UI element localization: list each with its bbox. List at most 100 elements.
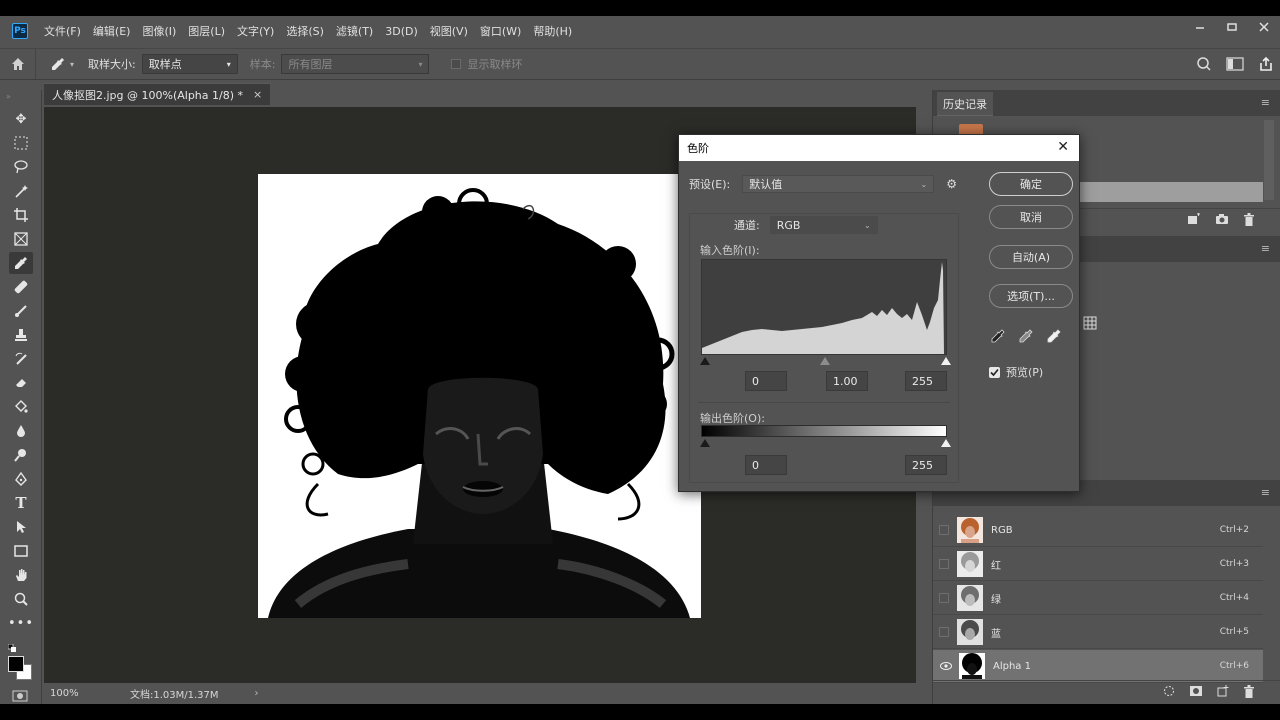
channel-row-red[interactable]: 红 Ctrl+3: [933, 548, 1263, 581]
home-icon[interactable]: [0, 49, 36, 79]
input-black-field[interactable]: 0: [745, 371, 787, 391]
healing-brush-tool-icon[interactable]: [9, 276, 33, 298]
panel-menu-icon[interactable]: ≡: [1261, 486, 1270, 499]
preset-select[interactable]: 默认值 ⌄: [742, 175, 935, 193]
swap-colors-icon[interactable]: [7, 642, 16, 652]
panel-menu-icon[interactable]: ≡: [1261, 242, 1270, 255]
foreground-color-swatch[interactable]: [8, 656, 24, 672]
dodge-tool-icon[interactable]: [9, 444, 33, 466]
menu-window[interactable]: 窗口(W): [474, 23, 527, 39]
panel-menu-icon[interactable]: ≡: [1261, 96, 1270, 109]
output-white-field[interactable]: 255: [905, 455, 947, 475]
grid-icon[interactable]: [1083, 316, 1097, 333]
menu-view[interactable]: 视图(V): [424, 23, 474, 39]
zoom-level[interactable]: 100%: [50, 688, 86, 699]
pen-tool-icon[interactable]: [9, 468, 33, 490]
gray-point-eyedropper-icon[interactable]: [1019, 329, 1033, 346]
input-gamma-slider[interactable]: [820, 357, 830, 365]
history-scrollbar[interactable]: [1264, 120, 1274, 200]
maximize-icon[interactable]: [1216, 16, 1248, 38]
clone-stamp-tool-icon[interactable]: [9, 324, 33, 346]
input-black-slider[interactable]: [700, 357, 710, 365]
eraser-tool-icon[interactable]: [9, 372, 33, 394]
menu-file[interactable]: 文件(F): [38, 23, 87, 39]
tab-history[interactable]: 历史记录: [937, 92, 993, 116]
white-point-eyedropper-icon[interactable]: [1047, 329, 1061, 346]
channel-name: 绿: [991, 594, 1001, 606]
eyedropper-tool-preset-icon[interactable]: ▾: [50, 56, 74, 72]
history-brush-tool-icon[interactable]: [9, 348, 33, 370]
crop-tool-icon[interactable]: [9, 204, 33, 226]
brush-tool-icon[interactable]: [9, 300, 33, 322]
menu-select[interactable]: 选择(S): [280, 23, 330, 39]
new-channel-icon[interactable]: [1217, 685, 1229, 700]
menu-edit[interactable]: 编辑(E): [87, 23, 137, 39]
channel-select[interactable]: RGB ⌄: [769, 216, 878, 234]
share-icon[interactable]: [1258, 56, 1274, 75]
search-icon[interactable]: [1196, 56, 1212, 75]
options-button[interactable]: 选项(T)...: [989, 284, 1073, 308]
more-tools-icon[interactable]: •••: [8, 612, 33, 634]
sample-select[interactable]: 所有图层 ▾: [281, 54, 430, 74]
show-sampling-ring-checkbox[interactable]: [451, 59, 462, 69]
document-tab-title: 人像抠图2.jpg @ 100%(Alpha 1/8) *: [52, 88, 244, 102]
channel-row-alpha1[interactable]: Alpha 1 Ctrl+6: [933, 650, 1263, 683]
zoom-tool-icon[interactable]: [9, 588, 33, 610]
rectangle-tool-icon[interactable]: [9, 540, 33, 562]
paint-bucket-tool-icon[interactable]: [9, 396, 33, 418]
input-white-field[interactable]: 255: [905, 371, 947, 391]
visibility-toggle[interactable]: [939, 593, 949, 603]
document-tab[interactable]: 人像抠图2.jpg @ 100%(Alpha 1/8) * ×: [44, 83, 271, 105]
eye-icon[interactable]: [935, 660, 957, 673]
input-white-slider[interactable]: [941, 357, 951, 365]
chevron-right-icon[interactable]: ›: [255, 688, 259, 699]
channel-row-rgb[interactable]: RGB Ctrl+2: [933, 514, 1263, 547]
load-channel-as-selection-icon[interactable]: [1163, 685, 1175, 700]
menu-help[interactable]: 帮助(H): [527, 23, 578, 39]
hand-tool-icon[interactable]: [9, 564, 33, 586]
visibility-toggle[interactable]: [939, 559, 949, 569]
quick-mask-icon[interactable]: [12, 690, 28, 705]
workspace-icon[interactable]: [1226, 56, 1244, 74]
channel-row-blue[interactable]: 蓝 Ctrl+5: [933, 616, 1263, 649]
black-point-eyedropper-icon[interactable]: [991, 329, 1005, 346]
trash-icon[interactable]: [1243, 684, 1255, 701]
input-gamma-field[interactable]: 1.00: [826, 371, 868, 391]
lasso-tool-icon[interactable]: [9, 156, 33, 178]
blur-tool-icon[interactable]: [9, 420, 33, 442]
visibility-toggle[interactable]: [939, 525, 949, 535]
visibility-toggle[interactable]: [939, 627, 949, 637]
eyedropper-tool-icon[interactable]: [9, 252, 33, 274]
menu-layer[interactable]: 图层(L): [182, 23, 231, 39]
trash-icon[interactable]: [1243, 212, 1255, 229]
frame-tool-icon[interactable]: [9, 228, 33, 250]
menu-filter[interactable]: 滤镜(T): [330, 23, 379, 39]
close-tab-icon[interactable]: ×: [253, 88, 262, 101]
preview-checkbox[interactable]: [989, 366, 1000, 378]
close-icon[interactable]: ✕: [1057, 139, 1069, 155]
toolbox-collapse-icon[interactable]: »: [6, 92, 11, 101]
type-tool-icon[interactable]: T: [9, 492, 33, 514]
ok-button[interactable]: 确定: [989, 172, 1073, 196]
path-selection-tool-icon[interactable]: [9, 516, 33, 538]
menu-image[interactable]: 图像(I): [136, 23, 182, 39]
close-window-icon[interactable]: [1248, 16, 1280, 38]
move-tool-icon[interactable]: ✥: [9, 108, 33, 130]
alpha-channel-image[interactable]: [258, 174, 701, 618]
output-black-field[interactable]: 0: [745, 455, 787, 475]
menu-type[interactable]: 文字(Y): [231, 23, 280, 39]
channel-row-green[interactable]: 绿 Ctrl+4: [933, 582, 1263, 615]
output-black-slider[interactable]: [700, 439, 710, 447]
save-selection-as-channel-icon[interactable]: [1189, 685, 1203, 700]
output-white-slider[interactable]: [941, 439, 951, 447]
minimize-icon[interactable]: [1184, 16, 1216, 38]
magic-wand-tool-icon[interactable]: [9, 180, 33, 202]
new-document-from-state-icon[interactable]: [1187, 213, 1201, 228]
snapshot-camera-icon[interactable]: [1215, 213, 1229, 228]
auto-button[interactable]: 自动(A): [989, 245, 1073, 269]
sample-size-select[interactable]: 取样点 ▾: [141, 54, 238, 74]
marquee-tool-icon[interactable]: [9, 132, 33, 154]
cancel-button[interactable]: 取消: [989, 205, 1073, 229]
preset-gear-icon[interactable]: ⚙: [946, 177, 957, 191]
menu-3d[interactable]: 3D(D): [379, 25, 424, 38]
